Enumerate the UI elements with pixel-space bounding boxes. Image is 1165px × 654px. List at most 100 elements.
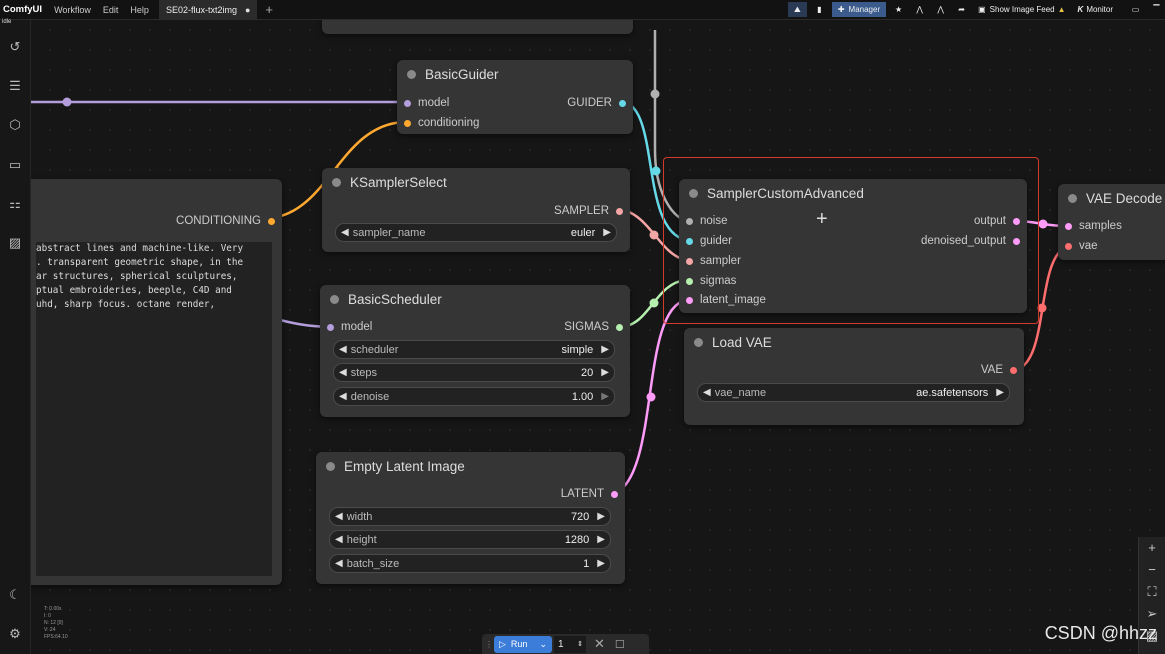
port-dot[interactable] (1065, 242, 1072, 250)
share-icon[interactable]: ⋀ (911, 2, 928, 17)
output-latent[interactable]: LATENT (561, 487, 618, 501)
output-guider[interactable]: GUIDER (567, 96, 626, 110)
queue-icon[interactable]: ☰ (8, 79, 22, 93)
increment-arrow[interactable]: ▶ (597, 558, 605, 569)
steps-widget[interactable]: ◀ steps 20 ▶ (333, 363, 615, 382)
increment-arrow[interactable]: ▶ (603, 227, 611, 238)
port-dot[interactable] (616, 323, 623, 331)
monitor-button[interactable]: K Monitor (1074, 2, 1117, 17)
new-tab-button[interactable]: + (265, 2, 273, 17)
folder-icon[interactable]: ▭ (8, 158, 22, 172)
port-dot[interactable] (619, 99, 626, 107)
node-library-icon[interactable]: ⬡ (8, 118, 22, 132)
menu-edit[interactable]: Edit (97, 5, 125, 15)
collapse-dot[interactable] (332, 177, 341, 187)
node-sampler-custom-advanced[interactable]: SamplerCustomAdvanced noise guider sampl… (679, 179, 1027, 313)
bookmark-icon[interactable]: ▮ (811, 2, 828, 17)
collapse-dot[interactable] (326, 461, 335, 471)
port-dot[interactable] (611, 490, 618, 498)
output-vae[interactable]: VAE (981, 363, 1017, 377)
decrement-arrow[interactable]: ◀ (341, 227, 349, 238)
collapse-icon[interactable]: ▔ (1148, 2, 1165, 17)
increment-arrow[interactable]: ▶ (597, 511, 605, 522)
collapse-dot[interactable] (1068, 193, 1077, 203)
port-dot[interactable] (268, 217, 275, 225)
collapse-dot[interactable] (689, 188, 698, 198)
port-dot[interactable] (1010, 366, 1017, 374)
input-model[interactable]: model (404, 96, 449, 110)
menu-workflow[interactable]: Workflow (48, 5, 97, 15)
history-icon[interactable]: ↺ (8, 40, 22, 54)
input-sampler[interactable]: sampler (686, 254, 741, 268)
port-dot[interactable] (404, 119, 411, 127)
stop-icon[interactable]: ☐ (615, 638, 625, 651)
output-denoised[interactable]: denoised_output (921, 234, 1020, 248)
port-dot[interactable] (686, 237, 693, 245)
port-dot[interactable] (1013, 217, 1020, 225)
drag-handle-icon[interactable]: ⋮ (485, 640, 493, 649)
width-widget[interactable]: ◀ width 720 ▶ (329, 507, 611, 526)
scheduler-widget[interactable]: ◀ scheduler simple ▶ (333, 340, 615, 359)
batch-count-input[interactable]: 1 ⇕ (553, 635, 586, 653)
port-dot[interactable] (686, 277, 693, 285)
node-empty-latent-image[interactable]: Empty Latent Image LATENT ◀ width 720 ▶ ◀ he… (316, 452, 625, 584)
increment-arrow[interactable]: ▶ (996, 387, 1004, 398)
decrement-arrow[interactable]: ◀ (335, 558, 343, 569)
port-dot[interactable] (686, 257, 693, 265)
menu-help[interactable]: Help (124, 5, 155, 15)
stepper-icon[interactable]: ⇕ (577, 640, 583, 648)
input-sigmas[interactable]: sigmas (686, 274, 736, 288)
decrement-arrow[interactable]: ◀ (703, 387, 711, 398)
prompt-textarea[interactable]: abstract lines and machine-like. Very . … (36, 242, 272, 576)
manager-button[interactable]: ✚ Manager (831, 2, 887, 17)
batch-size-widget[interactable]: ◀ batch_size 1 ▶ (329, 554, 611, 573)
vae-name-widget[interactable]: ◀ vae_name ae.safetensors ▶ (697, 383, 1010, 402)
node-vae-decode[interactable]: VAE Decode samples vae (1058, 184, 1165, 260)
collapse-dot[interactable] (407, 69, 416, 79)
output-output[interactable]: output (974, 214, 1020, 228)
panel-icon[interactable]: ▭ (1127, 2, 1144, 17)
share-alt-icon[interactable]: ⋀ (932, 2, 949, 17)
port-dot[interactable] (404, 99, 411, 107)
input-conditioning[interactable]: conditioning (404, 116, 479, 130)
input-vae[interactable]: vae (1065, 239, 1098, 253)
node-load-vae[interactable]: Load VAE VAE ◀ vae_name ae.safetensors ▶ (684, 328, 1024, 425)
increment-arrow[interactable]: ▶ (601, 367, 609, 378)
image-icon[interactable]: ▨ (8, 236, 22, 250)
arrow-icon[interactable]: ➦ (953, 2, 970, 17)
port-dot[interactable] (686, 217, 693, 225)
decrement-arrow[interactable]: ◀ (339, 344, 347, 355)
node-ksampler-select[interactable]: KSamplerSelect SAMPLER ◀ sampler_name eule… (322, 168, 630, 252)
zoom-in-icon[interactable]: + (1139, 537, 1165, 559)
decrement-arrow[interactable]: ◀ (339, 391, 347, 402)
increment-arrow[interactable]: ▶ (597, 534, 605, 545)
decrement-arrow[interactable]: ◀ (339, 367, 347, 378)
gear-icon[interactable]: ⚙ (8, 627, 22, 641)
select-tool-icon[interactable]: ➢ (1139, 603, 1165, 625)
denoise-widget[interactable]: ◀ denoise 1.00 ▶ (333, 387, 615, 406)
workflow-tab[interactable]: SE02-flux-txt2img ● (158, 0, 258, 19)
decrement-arrow[interactable]: ◀ (335, 511, 343, 522)
increment-arrow[interactable]: ▶ (601, 391, 609, 402)
star-icon[interactable]: ★ (890, 2, 907, 17)
output-sigmas[interactable]: SIGMAS (564, 320, 623, 334)
port-dot[interactable] (686, 296, 693, 304)
moon-icon[interactable]: ☾ (8, 588, 22, 602)
collapse-dot[interactable] (330, 294, 339, 304)
port-dot[interactable] (1065, 222, 1072, 230)
zoom-out-icon[interactable]: − (1139, 559, 1165, 581)
height-widget[interactable]: ◀ height 1280 ▶ (329, 530, 611, 549)
output-sampler[interactable]: SAMPLER (554, 204, 623, 218)
input-guider[interactable]: guider (686, 234, 732, 248)
input-samples[interactable]: samples (1065, 219, 1122, 233)
sampler-name-widget[interactable]: ◀ sampler_name euler ▶ (335, 223, 617, 242)
node-basic-scheduler[interactable]: BasicScheduler model SIGMAS ◀ scheduler si… (320, 285, 630, 417)
node-basic-guider[interactable]: BasicGuider model conditioning GUIDER (397, 60, 633, 134)
cancel-icon[interactable]: ✕ (594, 636, 605, 652)
fit-view-icon[interactable]: ⛶ (1139, 581, 1165, 603)
logo-icon[interactable]: ⛰ (787, 2, 807, 17)
input-noise[interactable]: noise (686, 214, 728, 228)
decrement-arrow[interactable]: ◀ (335, 534, 343, 545)
input-latent-image[interactable]: latent_image (686, 293, 766, 307)
run-button[interactable]: ▷ Run ⌄ (494, 635, 552, 653)
